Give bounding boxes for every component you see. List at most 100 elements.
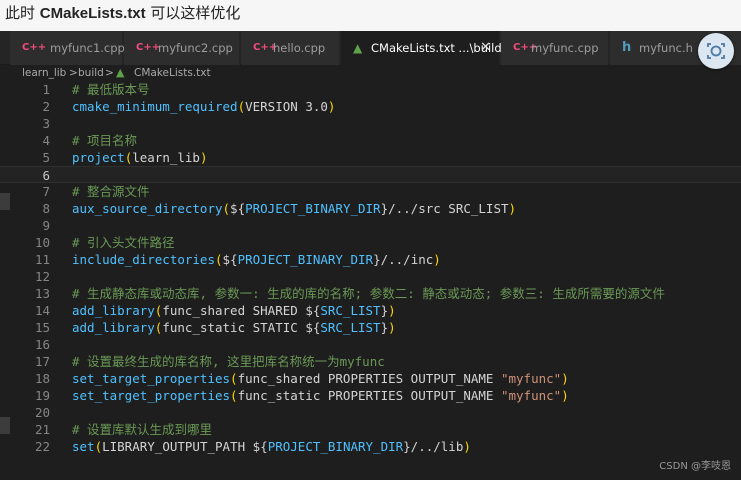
code-token: "myfunc" [500, 371, 562, 386]
code-token: VERSION 3.0 [245, 99, 328, 114]
code-text: # 生成静态库或动态库, 参数一: 生成的库的名称; 参数二: 静态或动态; 参… [72, 285, 665, 302]
code-line[interactable]: 5 project(learn_lib) [0, 149, 741, 166]
code-token: PROJECT_BINARY_DIR [267, 439, 404, 454]
code-line[interactable]: 22 set(LIBRARY_OUTPUT_PATH ${PROJECT_BINA… [0, 438, 741, 455]
code-line[interactable]: 15 add_library(func_static STATIC ${SRC_L… [0, 319, 741, 336]
code-line[interactable]: 8 aux_source_directory(${PROJECT_BINARY_D… [0, 200, 741, 217]
code-token: } [380, 320, 389, 335]
screenshot-tool-button[interactable] [698, 33, 734, 69]
code-token: ) [508, 201, 517, 216]
breadcrumb: learn_lib > build > ▲ CMakeLists.txt [0, 65, 741, 81]
code-line[interactable]: 20 [0, 404, 741, 421]
caption-filename: CMakeLists.txt [39, 5, 146, 22]
tab-label: hello.cpp [273, 41, 326, 55]
code-text: set_target_properties(func_shared PROPER… [72, 370, 569, 387]
editor-tab-bar: C++ myfunc1.cpp C++ myfunc2.cpp C++ hell… [0, 31, 741, 65]
code-text: # 引入头文件路径 [72, 234, 175, 251]
line-number: 9 [42, 218, 50, 233]
code-text: # 设置库默认生成到哪里 [72, 421, 212, 438]
tab-myfunc2-cpp[interactable]: C++ myfunc2.cpp [124, 31, 240, 65]
tab-myfunc1-cpp[interactable]: C++ myfunc1.cpp [10, 31, 125, 65]
code-text: # 最低版本号 [72, 81, 150, 98]
code-token: # 引入头文件路径 [72, 235, 175, 250]
code-line[interactable]: 13 # 生成静态库或动态库, 参数一: 生成的库的名称; 参数二: 静态或动态;… [0, 285, 741, 302]
code-line[interactable]: 16 [0, 336, 741, 353]
code-line[interactable]: 19 set_target_properties(func_static PROP… [0, 387, 741, 404]
code-token: ) [327, 99, 336, 114]
line-number: 18 [34, 371, 50, 386]
tab-myfunc-cpp[interactable]: C++ myfunc.cpp [501, 31, 609, 65]
cpp-file-icon: C++ [136, 42, 161, 53]
code-token: ( [94, 439, 103, 454]
code-text: project(learn_lib) [72, 149, 207, 166]
camera-scan-icon [707, 43, 725, 59]
code-token: ) [463, 439, 471, 454]
code-token: func_shared PROPERTIES OUTPUT_NAME [237, 371, 501, 386]
line-number: 2 [42, 99, 50, 114]
code-token: }/../src SRC_LIST [380, 201, 509, 216]
breadcrumb-file-cmakelists[interactable]: CMakeLists.txt [134, 65, 211, 81]
code-token: ( [230, 388, 238, 403]
code-token: add_library [72, 320, 155, 335]
code-line[interactable]: 10 # 引入头文件路径 [0, 234, 741, 251]
code-text: set(LIBRARY_OUTPUT_PATH ${PROJECT_BINARY… [72, 438, 471, 455]
breadcrumb-folder-learn-lib[interactable]: learn_lib [22, 65, 66, 81]
line-number: 7 [42, 184, 50, 199]
code-line[interactable]: 12 [0, 268, 741, 285]
code-token: }/../inc [373, 252, 434, 267]
code-token: ( [230, 371, 238, 386]
code-token: project [72, 150, 125, 165]
code-token: # 最低版本号 [72, 82, 150, 97]
chevron-right-icon: > [69, 67, 78, 79]
line-number: 19 [34, 388, 50, 403]
line-number: 17 [34, 354, 50, 369]
code-token: LIBRARY_OUTPUT_PATH ${ [102, 439, 268, 454]
article-caption: 此时 CMakeLists.txt 可以这样优化 [0, 0, 741, 26]
code-token: PROJECT_BINARY_DIR [245, 201, 381, 216]
code-text: set_target_properties(func_static PROPER… [72, 387, 569, 404]
line-number: 1 [42, 82, 50, 97]
code-token: ${ [222, 252, 238, 267]
code-line[interactable]: 14 add_library(func_shared SHARED ${SRC_L… [0, 302, 741, 319]
code-line[interactable]: 7 # 整合源文件 [0, 183, 741, 200]
code-line[interactable]: 6 [0, 166, 741, 183]
code-line[interactable]: 1 # 最低版本号 [0, 81, 741, 98]
code-token: func_static STATIC ${ [162, 320, 321, 335]
code-line[interactable]: 4 # 项目名称 [0, 132, 741, 149]
line-number: 13 [34, 286, 50, 301]
line-number: 14 [34, 303, 50, 318]
code-line[interactable]: 21 # 设置库默认生成到哪里 [0, 421, 741, 438]
code-line[interactable]: 3 [0, 115, 741, 132]
code-token: ) [561, 371, 569, 386]
code-token: ( [222, 201, 231, 216]
code-line[interactable]: 11 include_directories(${PROJECT_BINARY_D… [0, 251, 741, 268]
close-icon[interactable]: ✕ [480, 31, 491, 65]
line-number: 6 [42, 168, 50, 183]
code-line[interactable]: 17 # 设置最终生成的库名称, 这里把库名称统一为myfunc [0, 353, 741, 370]
code-text: # 设置最终生成的库名称, 这里把库名称统一为myfunc [72, 353, 385, 370]
tab-hello-cpp[interactable]: C++ hello.cpp [241, 31, 340, 65]
line-number: 20 [34, 405, 50, 420]
code-line[interactable]: 2 cmake_minimum_required(VERSION 3.0) [0, 98, 741, 115]
code-token: set [72, 439, 95, 454]
breadcrumb-folder-build[interactable]: build [78, 65, 104, 81]
line-number: 8 [42, 201, 50, 216]
code-token: add_library [72, 303, 155, 318]
code-token: ) [388, 303, 396, 318]
code-token: ) [433, 252, 441, 267]
code-editor[interactable]: 1 # 最低版本号 2 cmake_minimum_required ( VERSION … [0, 81, 741, 480]
watermark: CSDN @李吱恩 [659, 461, 731, 472]
code-text: add_library(func_shared SHARED ${SRC_LIS… [72, 302, 396, 319]
code-token: ${ [230, 201, 246, 216]
line-number: 10 [34, 235, 50, 250]
code-token: # 设置最终生成的库名称, 这里把库名称统一为myfunc [72, 354, 385, 369]
code-token: cmake_minimum_required [72, 99, 238, 114]
line-number: 12 [34, 269, 50, 284]
tab-label: myfunc2.cpp [158, 41, 233, 55]
tab-label: myfunc1.cpp [50, 41, 125, 55]
code-text: # 项目名称 [72, 132, 137, 149]
tab-cmakelists-txt[interactable]: ▲ CMakeLists.txt ...\build ✕ [341, 31, 502, 65]
code-line[interactable]: 18 set_target_properties(func_shared PROP… [0, 370, 741, 387]
code-token: func_shared SHARED ${ [162, 303, 321, 318]
code-line[interactable]: 9 [0, 217, 741, 234]
